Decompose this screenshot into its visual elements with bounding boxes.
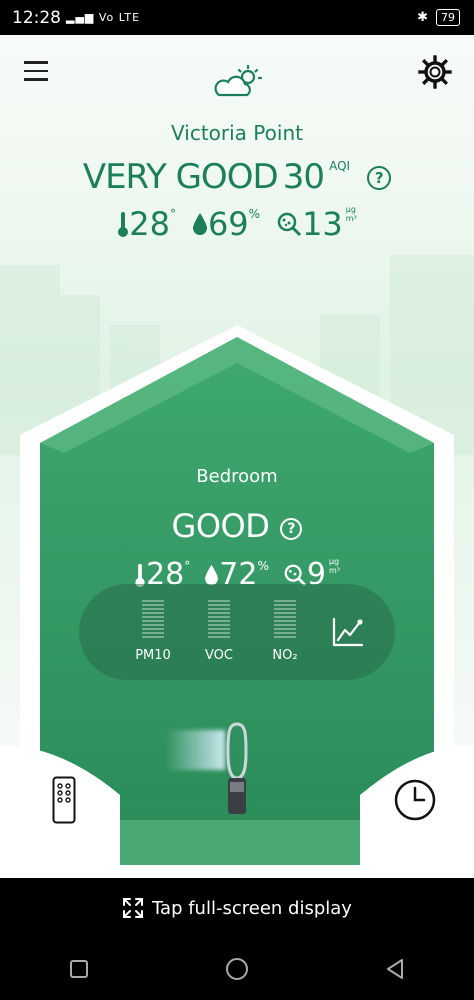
water-drop-icon (192, 213, 207, 235)
menu-button[interactable] (24, 61, 48, 83)
air-purifier-fan-icon (226, 722, 248, 814)
recents-button[interactable] (67, 957, 91, 981)
back-button[interactable] (383, 957, 407, 981)
particulate-magnifier-icon (284, 564, 306, 586)
pm-unit-bottom: m³ (328, 566, 340, 575)
outdoor-pm-unit: μg m³ (346, 205, 357, 223)
fullscreen-display-button[interactable]: Tap full-screen display (0, 878, 474, 938)
pm-unit-top: μg (328, 557, 340, 566)
outdoor-temperature-value: 28 (129, 205, 170, 243)
pollutant-panel[interactable]: PM10 VOC NO₂ (79, 584, 395, 680)
room-name: Bedroom (196, 466, 278, 487)
app-screen: Victoria Point VERY GOOD 30 AQI ? 28 ° 6… (0, 35, 474, 878)
schedule-clock-icon[interactable] (393, 778, 437, 822)
pm10-level-bar (142, 600, 164, 640)
room-help-icon[interactable]: ? (280, 517, 303, 540)
menu-line (24, 61, 48, 64)
room-pm-unit: μg m³ (329, 557, 340, 575)
network-label: Vo LTE (98, 11, 141, 24)
pollutant-label: PM10 (135, 648, 171, 663)
outdoor-stats: 28 ° 69 % 13 μg m³ (0, 205, 474, 243)
outdoor-temperature-unit: ° (169, 207, 176, 221)
thermometer-icon (118, 212, 129, 237)
aqi-label: AQI (329, 159, 351, 173)
airflow-effect (165, 730, 225, 770)
expand-icon (123, 898, 144, 918)
room-quality-label: GOOD (171, 507, 270, 545)
partly-cloudy-icon (214, 65, 263, 97)
battery-indicator: 79 (436, 9, 460, 26)
bluetooth-icon: ✱ (417, 10, 428, 25)
water-drop-icon (205, 564, 219, 585)
status-time: 12:28 (12, 8, 61, 28)
pollutant-voc[interactable]: VOC (189, 600, 249, 663)
home-button[interactable] (225, 957, 249, 981)
menu-line (24, 69, 48, 72)
pollutant-no2[interactable]: NO₂ (255, 600, 315, 663)
outdoor-humidity-unit: % (248, 207, 261, 221)
back-triangle-icon (387, 959, 403, 979)
system-nav-bar (0, 938, 474, 1000)
pm-unit-top: μg (345, 205, 356, 214)
outdoor-aqi-value: 30 (282, 157, 325, 197)
room-humidity-unit: % (257, 559, 269, 573)
room-temperature-unit: ° (184, 559, 191, 573)
signal-icon: ▂▄▆ (66, 11, 95, 24)
pollutant-label: NO₂ (272, 648, 298, 663)
trend-chart-icon[interactable] (331, 616, 365, 648)
room-air-quality: GOOD ? (0, 507, 474, 545)
pollutant-label: VOC (205, 648, 233, 663)
fullscreen-label: Tap full-screen display (152, 897, 352, 919)
particulate-magnifier-icon (277, 212, 302, 237)
outdoor-particulates: 13 μg m³ (276, 205, 357, 243)
outdoor-humidity: 69 % (192, 205, 260, 243)
square-icon (70, 960, 88, 978)
voc-level-bar (208, 600, 230, 640)
outdoor-air-quality: VERY GOOD 30 AQI ? (0, 157, 474, 197)
outdoor-help-icon[interactable]: ? (367, 165, 392, 190)
status-bar: 12:28 ▂▄▆ Vo LTE ✱ 79 (0, 0, 474, 35)
pm-unit-bottom: m³ (345, 214, 357, 223)
settings-gear-icon[interactable] (418, 55, 452, 89)
remote-control-icon[interactable] (52, 776, 76, 824)
no2-level-bar (274, 600, 296, 640)
network-indicator: ▂▄▆ Vo LTE (66, 11, 140, 24)
location-name: Victoria Point (171, 121, 303, 145)
circle-icon (226, 958, 248, 980)
outdoor-humidity-value: 69 (207, 205, 249, 243)
pollutant-pm10[interactable]: PM10 (123, 600, 183, 663)
status-right: ✱ 79 (417, 9, 460, 26)
outdoor-quality-label: VERY GOOD (82, 157, 279, 197)
outdoor-pm-value: 13 (302, 205, 343, 243)
menu-line (24, 78, 48, 81)
outdoor-temperature: 28 ° (117, 205, 176, 243)
